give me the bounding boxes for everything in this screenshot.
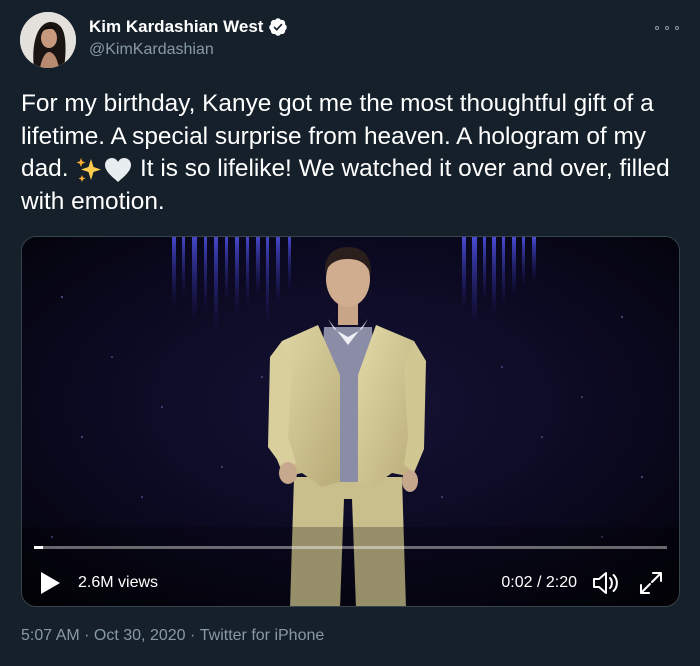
video-frame <box>22 237 679 606</box>
play-icon[interactable] <box>39 571 61 595</box>
separator: · <box>185 627 200 644</box>
video-progress-bar[interactable] <box>34 546 667 549</box>
tweet-metadata: 5:07 AM · Oct 30, 2020 · Twitter for iPh… <box>21 627 324 645</box>
video-time: 0:02 / 2:20 <box>501 574 577 591</box>
avatar[interactable] <box>20 12 76 68</box>
tweet-date[interactable]: Oct 30, 2020 <box>94 627 186 645</box>
video-progress-fill <box>34 546 43 549</box>
tweet-source[interactable]: Twitter for iPhone <box>200 627 325 645</box>
more-options-icon[interactable] <box>655 20 679 36</box>
verified-badge-icon <box>269 18 288 36</box>
tweet-time[interactable]: 5:07 AM <box>21 627 80 645</box>
handle[interactable]: @KimKardashian <box>89 41 214 59</box>
author-name-row[interactable]: Kim Kardashian West <box>89 17 288 37</box>
video-player[interactable]: 2.6M views 0:02 / 2:20 <box>21 236 680 607</box>
volume-icon[interactable] <box>591 569 619 597</box>
avatar-image <box>20 12 76 68</box>
view-count: 2.6M views <box>78 574 159 591</box>
white-heart-icon <box>105 157 132 182</box>
expand-icon[interactable] <box>638 570 664 596</box>
separator: · <box>79 627 94 644</box>
display-name[interactable]: Kim Kardashian West <box>89 17 263 37</box>
tweet: Kim Kardashian West @KimKardashian For m… <box>0 0 700 666</box>
tweet-text: For my birthday, Kanye got me the most t… <box>21 88 686 218</box>
sparkles-icon <box>76 157 102 182</box>
